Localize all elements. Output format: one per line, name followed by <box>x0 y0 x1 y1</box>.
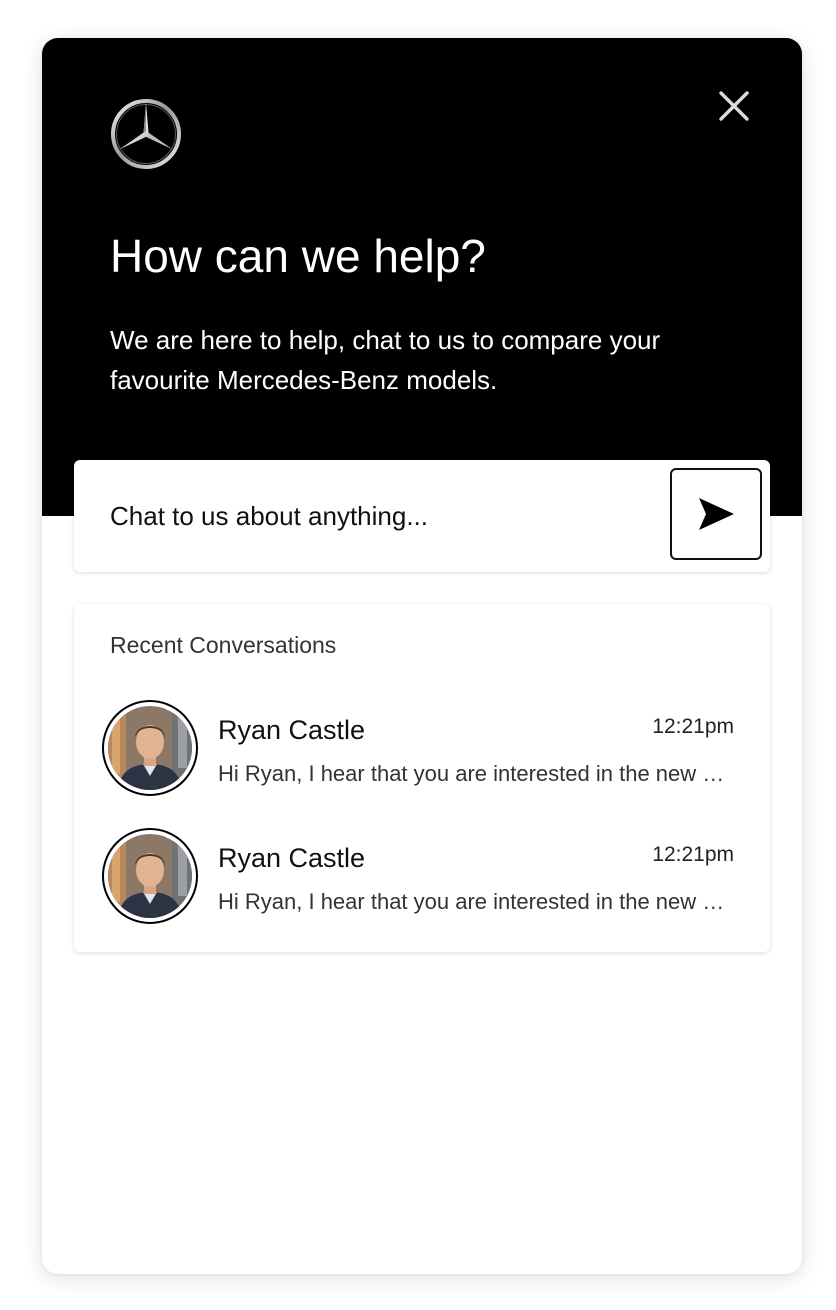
close-icon <box>719 91 749 121</box>
chat-compose-box <box>74 460 770 572</box>
conversation-item[interactable]: Ryan Castle 12:21pm Hi Ryan, I hear that… <box>74 694 770 806</box>
hero-header: How can we help? We are here to help, ch… <box>42 38 802 516</box>
conversation-time: 12:21pm <box>652 715 734 738</box>
conversation-preview: Hi Ryan, I hear that you are interested … <box>218 889 734 914</box>
page-title: How can we help? <box>110 230 486 282</box>
conversation-preview: Hi Ryan, I hear that you are interested … <box>218 761 734 786</box>
mercedes-benz-star-icon <box>110 98 182 170</box>
conversation-time: 12:21pm <box>652 843 734 866</box>
chat-widget: How can we help? We are here to help, ch… <box>42 38 802 1274</box>
send-arrow-icon <box>699 498 734 530</box>
conversation-name: Ryan Castle <box>218 715 366 745</box>
recent-conversations-card: Recent Conversations Ryan Castle 12:21pm… <box>74 604 770 952</box>
recent-conversations-heading: Recent Conversations <box>110 632 337 658</box>
chat-input[interactable] <box>110 490 650 542</box>
send-button[interactable] <box>670 468 762 560</box>
avatar <box>102 828 198 924</box>
avatar <box>102 700 198 796</box>
conversation-item[interactable]: Ryan Castle 12:21pm Hi Ryan, I hear that… <box>74 822 770 934</box>
conversation-name: Ryan Castle <box>218 843 366 873</box>
close-button[interactable] <box>716 88 752 124</box>
page-subtitle: We are here to help, chat to us to compa… <box>110 325 661 395</box>
